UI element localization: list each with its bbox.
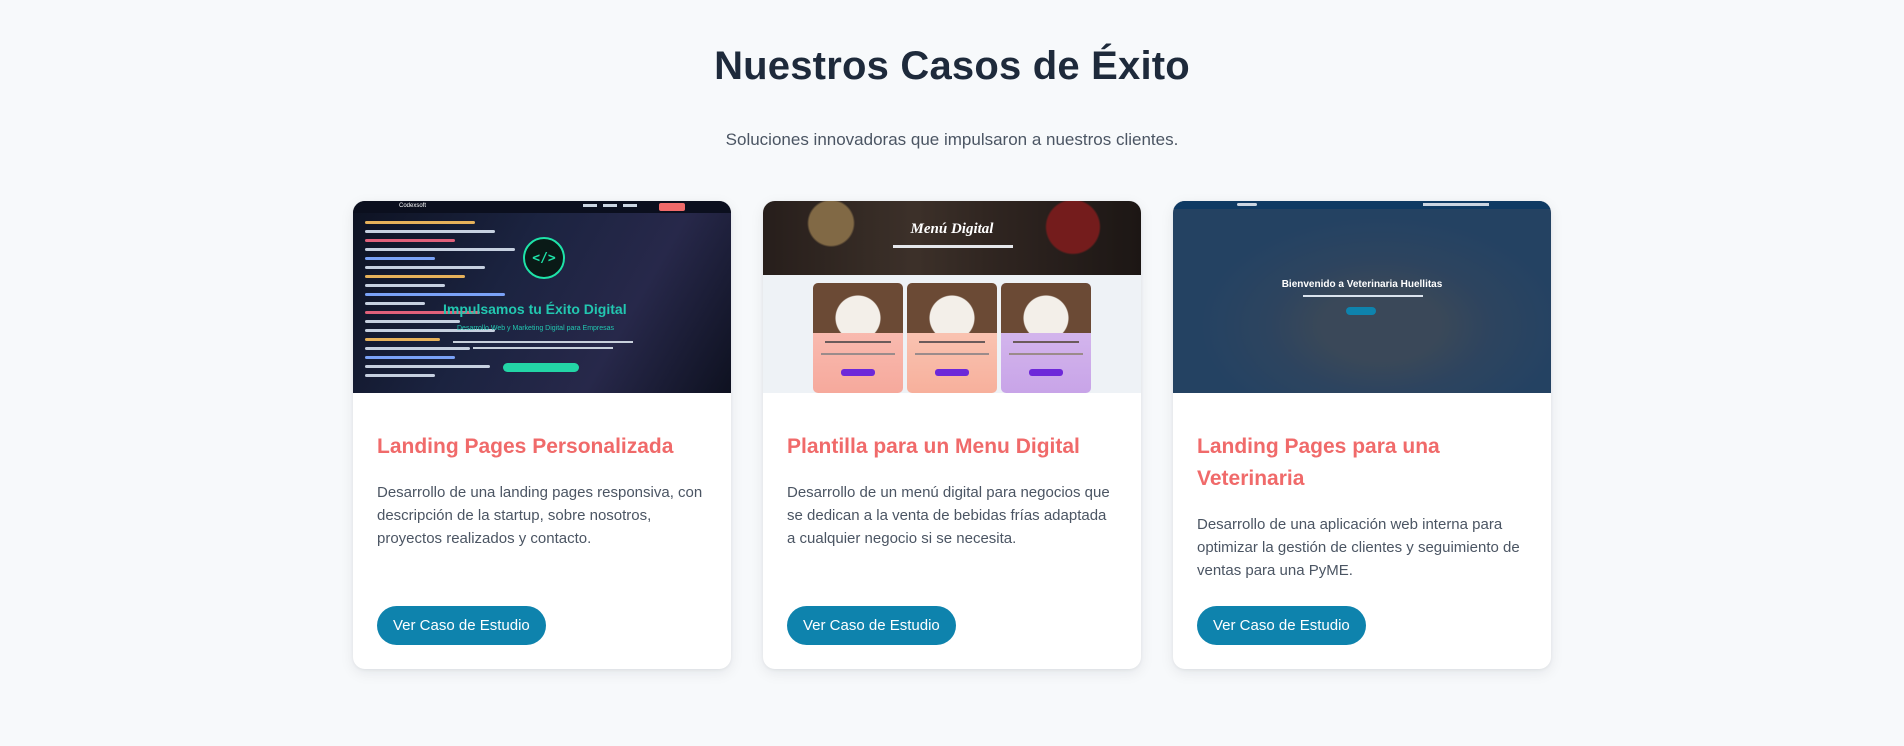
case-thumbnail-menu-digital: Menú Digital xyxy=(763,201,1141,393)
view-case-study-button[interactable]: Ver Caso de Estudio xyxy=(377,606,546,645)
section-subtitle: Soluciones innovadoras que impulsaron a … xyxy=(725,130,1179,149)
card-title: Landing Pages Personalizada xyxy=(377,435,674,458)
thumb-hero-title: Bienvenido a Veterinaria Huellitas xyxy=(1281,279,1443,290)
section-title: Nuestros Casos de Éxito xyxy=(714,44,1190,88)
thumb-brand: Codexsoft xyxy=(399,203,427,209)
case-card-veterinaria: Bienvenido a Veterinaria Huellitas Landi… xyxy=(1173,201,1551,669)
case-card-menu-digital: Menú Digital Plantilla para un Menu Digi… xyxy=(763,201,1141,669)
thumb-hero-button xyxy=(503,363,579,372)
thumb-hero-button xyxy=(1346,307,1376,315)
thumb-nav-links xyxy=(583,204,637,207)
thumb-hero-subtitle: Desarrollo Web y Marketing Digital para … xyxy=(457,325,615,332)
thumb-banner-overlay xyxy=(763,201,1141,275)
thumb-hero-subtitle-line xyxy=(1303,295,1423,297)
case-thumbnail-landing-pages: Codexsoft </> Impulsamos tu Éxito Digita… xyxy=(353,201,731,393)
code-logo-icon: </> xyxy=(523,237,565,279)
card-description: Desarrollo de una landing pages responsi… xyxy=(377,484,703,547)
case-studies-section: Nuestros Casos de Éxito Soluciones innov… xyxy=(0,0,1904,746)
thumb-menu-item xyxy=(907,283,997,393)
card-title: Plantilla para un Menu Digital xyxy=(787,435,1080,458)
card-description: Desarrollo de una aplicación web interna… xyxy=(1197,516,1520,579)
thumb-menu-item xyxy=(813,283,903,393)
thumb-banner-subtitle-line xyxy=(893,245,1013,248)
thumb-text-line xyxy=(473,347,613,349)
card-description: Desarrollo de un menú digital para negoc… xyxy=(787,484,1110,547)
thumb-blue-overlay xyxy=(1173,201,1551,393)
thumb-nav-button xyxy=(659,203,685,211)
card-title: Landing Pages para una Veterinaria xyxy=(1197,435,1440,490)
case-card-landing-pages: Codexsoft </> Impulsamos tu Éxito Digita… xyxy=(353,201,731,669)
card-body: Plantilla para un Menu Digital Desarroll… xyxy=(763,393,1141,669)
view-case-study-button[interactable]: Ver Caso de Estudio xyxy=(787,606,956,645)
thumb-text-line xyxy=(453,341,633,343)
case-thumbnail-veterinaria: Bienvenido a Veterinaria Huellitas xyxy=(1173,201,1551,393)
thumb-navbar xyxy=(1173,201,1551,209)
case-studies-grid: Codexsoft </> Impulsamos tu Éxito Digita… xyxy=(353,201,1551,669)
thumb-menu-item xyxy=(1001,283,1091,393)
view-case-study-button[interactable]: Ver Caso de Estudio xyxy=(1197,606,1366,645)
card-body: Landing Pages para una Veterinaria Desar… xyxy=(1173,393,1551,669)
thumb-hero-title: Impulsamos tu Éxito Digital xyxy=(443,301,627,317)
thumb-banner-title: Menú Digital xyxy=(910,221,994,237)
card-body: Landing Pages Personalizada Desarrollo d… xyxy=(353,393,731,669)
